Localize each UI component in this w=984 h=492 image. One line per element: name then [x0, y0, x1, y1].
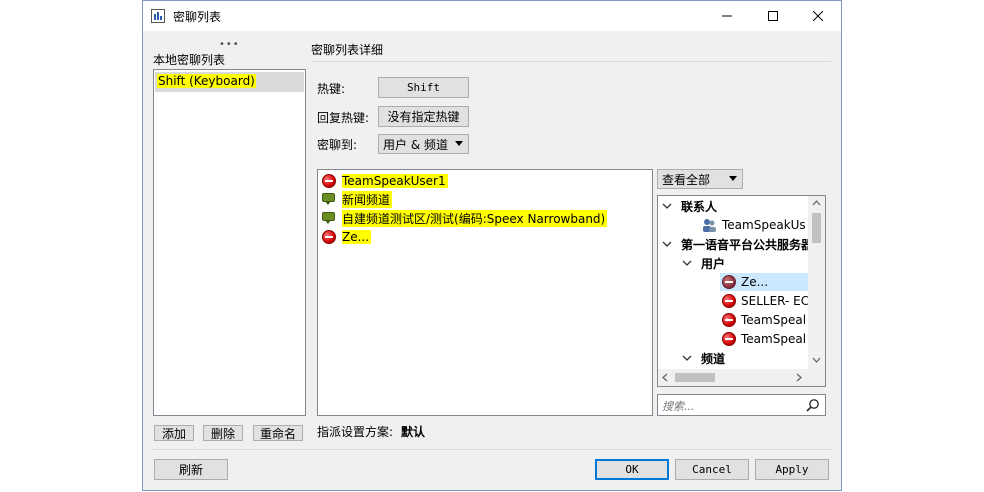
list-item-label: 自建频道测试区/测试(编码:Speex Narrowband)	[342, 209, 608, 227]
refresh-button[interactable]: 刷新	[154, 459, 228, 480]
tree-label: 第一语音平台公共服务器	[681, 237, 814, 252]
maximize-icon	[768, 11, 778, 21]
search-box[interactable]	[657, 394, 826, 416]
tree-node-user[interactable]: TeamSpeal	[722, 330, 806, 348]
reply-hotkey-label: 回复热键:	[317, 111, 370, 125]
tree-label: 联系人	[681, 199, 718, 214]
scroll-right-icon[interactable]	[796, 373, 802, 382]
app-icon	[151, 9, 165, 23]
tree-label: 频道	[701, 351, 726, 366]
more-dots[interactable]: •••	[219, 39, 240, 50]
target-select[interactable]: 用户 & 频道	[378, 134, 469, 154]
chevron-down-icon	[682, 260, 692, 266]
user-away-icon	[722, 332, 736, 346]
search-icon[interactable]	[806, 398, 820, 412]
window-title: 密聊列表	[173, 10, 222, 24]
vertical-scrollbar[interactable]	[808, 196, 825, 369]
scrollbar-corner	[808, 369, 825, 386]
scrollbar-thumb[interactable]	[675, 373, 715, 382]
scrollbar-thumb[interactable]	[812, 213, 821, 243]
target-list[interactable]: TeamSpeakUser1 新闻频道 自建频道测试区/测试(编码:Speex …	[317, 169, 653, 416]
dialog-window: 密聊列表 ••• 本地密聊列表 Shift (Keyboard) 添加 删除 重…	[142, 0, 842, 491]
chevron-down-icon	[662, 203, 672, 209]
list-item-label: Shift (Keyboard)	[157, 74, 256, 88]
scheme-label: 指派设置方案:	[317, 425, 394, 439]
details-label: 密聊列表详细	[311, 43, 384, 57]
ok-button[interactable]: OK	[595, 459, 669, 480]
chevron-down-icon	[729, 176, 737, 181]
list-item-selected[interactable]: Shift (Keyboard)	[155, 72, 304, 92]
tree-label: SELLER- EC	[741, 294, 810, 308]
user-away-icon	[722, 294, 736, 308]
contact-user-icon	[703, 219, 716, 232]
tree-node-channels[interactable]: 频道	[682, 349, 725, 367]
scroll-down-icon[interactable]	[812, 357, 821, 363]
tree-node-user[interactable]: TeamSpeal	[722, 311, 806, 329]
tree-node-user[interactable]: SELLER- EC	[722, 292, 809, 310]
tree-label: Ze...	[741, 275, 769, 289]
chevron-down-icon	[662, 241, 672, 247]
tree-node-contacts[interactable]: 联系人	[662, 197, 717, 215]
list-item-label: TeamSpeakUser1	[342, 174, 448, 188]
minimize-icon	[722, 15, 732, 17]
horizontal-scrollbar[interactable]	[658, 369, 808, 386]
target-select-value: 用户 & 频道	[383, 137, 448, 152]
title-bar: 密聊列表	[143, 1, 841, 31]
minimize-button[interactable]	[704, 1, 750, 31]
delete-button[interactable]: 删除	[203, 425, 243, 441]
tree-label: TeamSpeakUs	[722, 218, 806, 232]
tree-node-user-selected[interactable]: Ze...	[720, 273, 808, 291]
chevron-down-icon	[682, 355, 692, 361]
tree-node-users[interactable]: 用户	[682, 254, 725, 272]
user-away-icon	[722, 313, 736, 327]
filter-select[interactable]: 查看全部	[657, 169, 743, 189]
list-item[interactable]: Ze...	[322, 228, 372, 246]
maximize-button[interactable]	[750, 1, 796, 31]
list-item-label: Ze...	[342, 230, 372, 244]
scheme-value: 默认	[401, 425, 426, 439]
tree-label: TeamSpeal	[741, 332, 807, 346]
scroll-left-icon[interactable]	[662, 373, 668, 382]
list-item[interactable]: TeamSpeakUser1	[322, 172, 448, 190]
reply-hotkey-button[interactable]: 没有指定热键	[378, 106, 469, 127]
list-item[interactable]: 自建频道测试区/测试(编码:Speex Narrowband)	[322, 209, 608, 227]
hotkey-button[interactable]: Shift	[378, 77, 469, 98]
local-list-label: 本地密聊列表	[153, 53, 226, 67]
divider	[153, 449, 831, 450]
channel-chat-icon	[322, 193, 336, 205]
add-button[interactable]: 添加	[154, 425, 194, 441]
tree-node-server[interactable]: 第一语音平台公共服务器	[662, 235, 813, 253]
close-icon	[813, 11, 823, 21]
channel-chat-icon	[322, 212, 336, 224]
divider	[311, 61, 831, 62]
local-list[interactable]: Shift (Keyboard)	[153, 69, 306, 416]
chevron-down-icon	[455, 141, 463, 146]
close-button[interactable]	[795, 1, 841, 31]
server-tree[interactable]: 联系人 TeamSpeakUs 第一语音平台公共服务器 用户 Ze... SEL…	[657, 195, 826, 387]
tree-label: 用户	[701, 256, 726, 271]
tree-label: TeamSpeal	[741, 313, 807, 327]
filter-select-value: 查看全部	[662, 172, 711, 187]
tree-node-contact-user[interactable]: TeamSpeakUs	[702, 216, 806, 234]
rename-button[interactable]: 重命名	[253, 425, 303, 441]
user-away-icon	[722, 275, 736, 289]
target-label: 密聊到:	[317, 138, 358, 152]
cancel-button[interactable]: Cancel	[675, 459, 749, 480]
user-away-icon	[322, 230, 336, 244]
search-input[interactable]	[660, 397, 802, 415]
scroll-up-icon[interactable]	[812, 200, 821, 206]
user-away-icon	[322, 174, 336, 188]
hotkey-label: 热键:	[317, 82, 346, 96]
apply-button[interactable]: Apply	[755, 459, 829, 480]
list-item-label: 新闻频道	[342, 190, 393, 208]
list-item[interactable]: 新闻频道	[322, 190, 393, 208]
